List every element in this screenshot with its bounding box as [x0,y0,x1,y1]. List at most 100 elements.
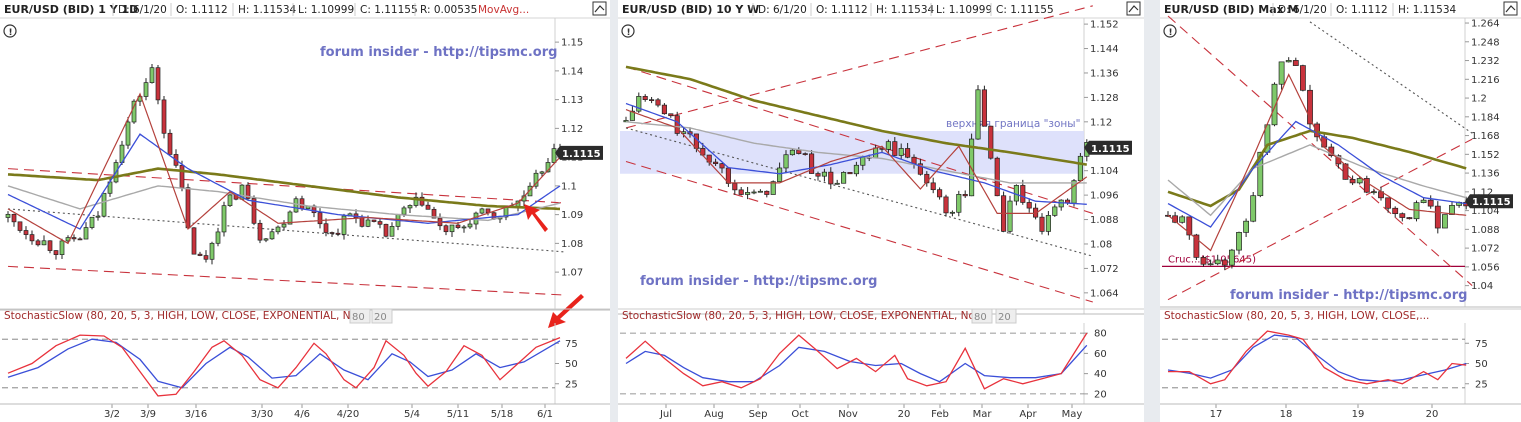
candle-body [275,226,281,233]
candle-body [29,234,35,242]
candle-body [449,224,455,233]
candle-body [17,221,23,231]
candle-body [1434,205,1441,229]
candle-body [317,212,323,225]
candle-body [1207,263,1214,266]
candle-body [1052,206,1058,216]
candle-body [1356,178,1363,184]
stat-d-label: D: 6/1/20 [1278,4,1327,16]
candle-body [783,154,789,169]
candle-body [757,190,763,193]
candle-body [994,157,1000,197]
candle-body [943,196,949,214]
candle-body [661,104,667,115]
candle-body [5,213,11,218]
candle-body [299,198,305,210]
stat-r-label: R: 0.00535 [420,4,477,16]
candle-body [956,194,962,213]
candle-body [203,255,209,260]
candle-body [11,213,17,223]
chart-panel-daily: EUR/USD (BID) 1 Y 1D D: 6/1/20 O: 1.1112 H:… [0,0,610,422]
candle-body [789,149,795,156]
stochastic-level-label: 20 [998,312,1011,323]
price-tick-label: 1.232 [1471,56,1500,67]
trendline [7,265,567,296]
candle-body [905,148,911,158]
price-tick-label: 1.04 [1471,281,1493,292]
candle-body [847,172,853,175]
price-tick-label: 1.152 [1090,20,1119,31]
candle-body [649,99,655,101]
price-tick-label: 1.088 [1471,225,1500,236]
date-tick-label: Sep [749,409,768,420]
candle-body [551,148,557,163]
stochastic-tick-label: 25 [565,379,578,390]
candle-body [365,219,371,227]
candle-body [539,171,545,174]
price-tick-label: 1.152 [1471,150,1500,161]
candle-body [89,216,95,228]
panel-divider [1144,0,1160,422]
candle-body [777,167,783,182]
candle-body [962,194,968,197]
candle-body [655,99,661,106]
candle-body [1058,199,1064,208]
candle-body [1243,220,1250,233]
chart-svg-daily: EUR/USD (BID) 1 Y 1DD: 6/1/20 O: 1.1112 H:… [0,0,610,420]
price-tick-label: 1.216 [1471,75,1500,86]
candle-body [1250,195,1257,222]
date-tick-label: 3/2 [104,409,120,420]
candle-body [860,156,866,166]
candle-body [1406,217,1413,220]
zone-label: верхняя граница "зоны" [946,118,1080,130]
candle-body [1221,259,1228,266]
price-tick-label: 1.08 [1090,239,1112,250]
candle-body [371,219,377,222]
stochastic-tick-label: 20 [1094,389,1107,400]
price-tick-label: 1.09 [561,210,583,221]
indicator-label: MovAvg... [478,4,529,16]
stochastic-tick-label: 75 [565,339,578,350]
symbol-label: EUR/USD (BID) 10 Y W [622,3,759,16]
trendline [625,5,1093,129]
price-tick-label: 1.128 [1090,93,1119,104]
candle-body [143,82,149,97]
last-price-label: 1.1115 [1091,144,1130,155]
candle-body [209,242,215,260]
candle-body [981,89,987,127]
candle-body [1349,179,1356,184]
candle-body [329,232,335,234]
candle-body [1071,180,1077,204]
candle-body [257,222,263,241]
candle-body [796,149,802,154]
stochastic-level-label: 80 [974,312,987,323]
price-tick-label: 1.072 [1090,264,1119,275]
date-tick-label: Jul [659,409,672,420]
candle-body [1385,197,1392,209]
candle-body [95,215,101,218]
candle-body [383,223,389,237]
candle-body [77,238,83,241]
candle-body [1228,249,1235,266]
stat-l-label: L: 1.10999 [298,4,354,16]
price-tick-label: 1.168 [1471,131,1500,142]
panel-divider [610,0,618,422]
price-tick-label: 1.104 [1090,166,1119,177]
stochastic-tick-label: 40 [1094,369,1107,380]
candle-body [738,189,744,195]
stochastic-level-label: 80 [352,312,365,323]
candle-body [1278,61,1285,85]
candle-body [1236,232,1242,251]
info-icon-glyph: ! [1169,28,1173,38]
chart-panel-monthly: EUR/USD (BID) Max M D: 6/1/20 O: 1.1112 H: … [1160,0,1521,422]
date-tick-label: 19 [1352,409,1365,420]
moving-average-olive [1167,129,1467,208]
candle-body [179,164,185,189]
price-tick-label: 1.072 [1471,244,1500,255]
candle-body [215,231,221,244]
candle-body [323,223,329,233]
date-tick-label: 5/18 [491,409,513,420]
date-tick-label: 4/20 [337,409,359,420]
candle-body [263,238,269,241]
stat-h-label: H: 1.11534 [876,4,935,16]
